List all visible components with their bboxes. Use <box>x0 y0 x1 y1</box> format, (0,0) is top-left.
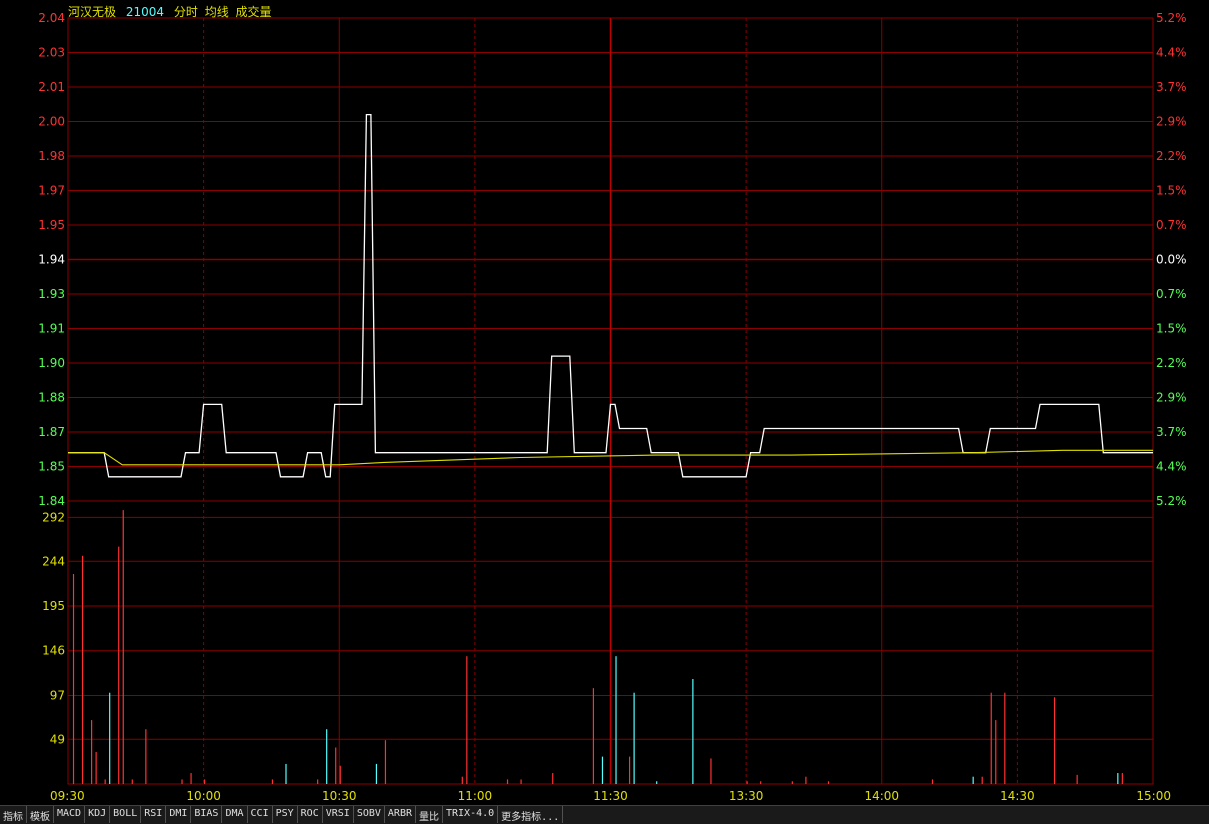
time-tick-label: 14:30 <box>1000 789 1035 803</box>
price-tick-label: 1.90 <box>38 356 65 370</box>
tab-dmi[interactable]: DMI <box>166 806 192 823</box>
time-tick-label: 10:30 <box>322 789 357 803</box>
stock-code: 21004 <box>125 5 165 19</box>
label-volume: 成交量 <box>235 5 272 19</box>
grid <box>67 17 1154 785</box>
intraday-chart[interactable]: 2.04 2.03 2.01 2.00 1.98 1.97 1.95 1.94 1.93 1.91… <box>0 0 1209 805</box>
price-tick-label: 1.88 <box>38 391 65 405</box>
tab-moban[interactable]: 模板 <box>27 806 54 823</box>
tab-arbr[interactable]: ARBR <box>385 806 416 823</box>
time-tick-label: 10:00 <box>186 789 221 803</box>
tab-more-indicators[interactable]: 更多指标... <box>498 806 564 823</box>
percent-tick-label: 2.9% <box>1156 391 1187 405</box>
volume-axis: 292 244 195 146 97 49 <box>42 510 65 746</box>
indicator-tab-bar: 指标 模板 MACD KDJ BOLL RSI DMI BIAS DMA CCI… <box>0 805 1209 824</box>
tab-roc[interactable]: ROC <box>298 806 323 823</box>
price-axis: 2.04 2.03 2.01 2.00 1.98 1.97 1.95 1.94 1.93 1.91… <box>38 11 65 508</box>
tab-vrsi[interactable]: VRSI <box>323 806 354 823</box>
percent-tick-label: 2.2% <box>1156 149 1187 163</box>
tab-kdj[interactable]: KDJ <box>85 806 111 823</box>
percent-tick-label: 0.0% <box>1156 253 1187 267</box>
price-tick-label: 2.01 <box>38 80 65 94</box>
percent-tick-label: 4.4% <box>1156 460 1187 474</box>
price-tick-label: 1.97 <box>38 184 65 198</box>
price-tick-label: 1.91 <box>38 322 65 336</box>
tab-dma[interactable]: DMA <box>222 806 248 823</box>
volume-bars <box>72 510 1123 784</box>
time-tick-label: 13:30 <box>729 789 764 803</box>
price-tick-label: 1.87 <box>38 425 65 439</box>
tab-sobv[interactable]: SOBV <box>354 806 385 823</box>
price-tick-label: 1.98 <box>38 149 65 163</box>
percent-tick-label: 5.2% <box>1156 494 1187 508</box>
percent-tick-label: 2.2% <box>1156 356 1187 370</box>
percent-tick-label: 1.5% <box>1156 184 1187 198</box>
price-tick-label: 2.03 <box>38 46 65 60</box>
price-tick-label: 1.94 <box>38 253 65 267</box>
tab-trix[interactable]: TRIX-4.0 <box>443 806 499 823</box>
volume-tick-label: 146 <box>42 644 65 658</box>
price-tick-label: 1.93 <box>38 287 65 301</box>
price-tick-label: 2.00 <box>38 115 65 129</box>
percent-tick-label: 0.7% <box>1156 218 1187 232</box>
price-tick-label: 2.04 <box>38 11 65 25</box>
time-tick-label: 15:00 <box>1136 789 1171 803</box>
percent-tick-label: 4.4% <box>1156 46 1187 60</box>
volume-tick-label: 292 <box>42 510 65 524</box>
volume-tick-label: 97 <box>50 688 65 702</box>
label-junxian: 均线 <box>204 5 229 19</box>
tab-psy[interactable]: PSY <box>273 806 298 823</box>
percent-axis: 5.2% 4.4% 3.7% 2.9% 2.2% 1.5% 0.7% 0.0% 0.7% 1.5%… <box>1156 11 1187 508</box>
tab-boll[interactable]: BOLL <box>110 806 142 823</box>
tab-rsi[interactable]: RSI <box>141 806 167 823</box>
percent-tick-label: 0.7% <box>1156 287 1187 301</box>
time-tick-label: 09:30 <box>50 789 85 803</box>
percent-tick-label: 3.7% <box>1156 80 1187 94</box>
volume-tick-label: 195 <box>42 599 65 613</box>
time-tick-label: 14:00 <box>864 789 899 803</box>
price-tick-label: 1.85 <box>38 460 65 474</box>
time-axis: 09:30 10:00 10:30 11:00 11:30 13:30 14:00 14:30… <box>50 789 1171 803</box>
tab-liangbi[interactable]: 量比 <box>416 806 443 823</box>
percent-tick-label: 5.2% <box>1156 11 1187 25</box>
chart-header: 河汉无极 21004 分时 均线 成交量 <box>68 3 278 20</box>
price-tick-label: 1.84 <box>38 494 65 508</box>
label-fenshi: 分时 <box>173 5 198 19</box>
tab-bias[interactable]: BIAS <box>191 806 223 823</box>
stock-name: 河汉无极 <box>68 5 117 19</box>
tab-macd[interactable]: MACD <box>54 806 86 823</box>
tab-zhibiao[interactable]: 指标 <box>0 806 27 823</box>
time-tick-label: 11:00 <box>458 789 493 803</box>
volume-tick-label: 49 <box>50 732 65 746</box>
price-tick-label: 1.95 <box>38 218 65 232</box>
volume-tick-label: 244 <box>42 554 65 568</box>
time-tick-label: 11:30 <box>593 789 628 803</box>
percent-tick-label: 1.5% <box>1156 322 1187 336</box>
percent-tick-label: 3.7% <box>1156 425 1187 439</box>
tab-cci[interactable]: CCI <box>248 806 273 823</box>
percent-tick-label: 2.9% <box>1156 115 1187 129</box>
